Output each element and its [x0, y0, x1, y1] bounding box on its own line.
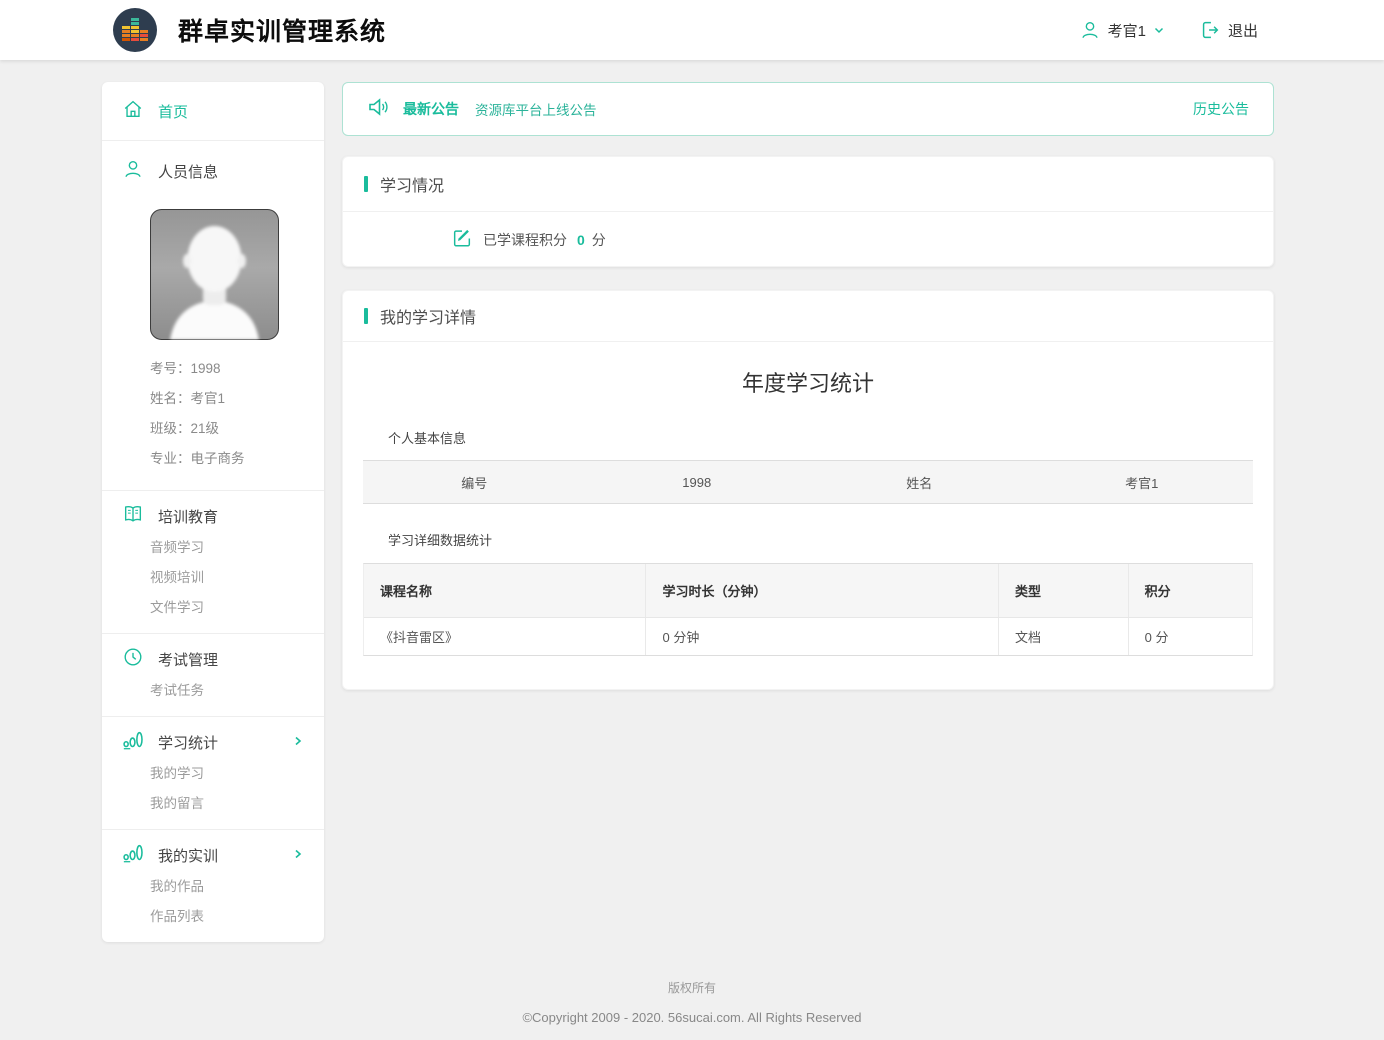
sidebar-item-works-list[interactable]: 作品列表: [150, 902, 324, 932]
col-credit: 积分: [1128, 564, 1252, 617]
sidebar-item-home[interactable]: 首页: [102, 82, 324, 141]
sidebar-item-study-stats[interactable]: 学习统计: [102, 725, 324, 759]
logout-icon: [1199, 19, 1221, 41]
footer-copyright-label: 版权所有: [0, 979, 1384, 996]
bar-stats-icon: [122, 729, 144, 755]
sidebar-item-video-training[interactable]: 视频培训: [150, 563, 324, 593]
accent-bar: [364, 308, 368, 324]
announcement-bar: 最新公告 资源库平台上线公告 历史公告: [342, 82, 1274, 136]
cell-credit: 0 分: [1128, 618, 1252, 655]
speaker-icon: [367, 95, 391, 124]
logout-label: 退出: [1228, 20, 1258, 41]
sidebar-my-training-label: 我的实训: [158, 845, 218, 866]
study-detail-table: 课程名称 学习时长（分钟） 类型 积分 《抖音雷区》 0 分钟 文档 0 分: [363, 563, 1253, 656]
footer-copyright-text: ©Copyright 2009 - 2020. 56sucai.com. All…: [0, 1010, 1384, 1025]
basic-info-id-value: 1998: [586, 475, 809, 490]
col-course-name: 课程名称: [364, 564, 645, 617]
chevron-down-icon: [1153, 24, 1165, 36]
profile-field-name: 姓名：考官1: [150, 384, 324, 414]
clock-icon: [122, 646, 144, 672]
app-header: 群卓实训管理系统 考官1 退出: [0, 0, 1384, 60]
cell-course-name: 《抖音雷区》: [364, 618, 645, 655]
sidebar-item-audio-study[interactable]: 音频学习: [150, 533, 324, 563]
home-icon: [122, 98, 144, 124]
profile-fields: 考号：1998 姓名：考官1 班级：21级 专业：电子商务: [102, 354, 324, 490]
profile-field-major: 专业：电子商务: [150, 444, 324, 474]
sidebar-training-label: 培训教育: [158, 506, 218, 527]
profile-field-exam-no: 考号：1998: [150, 354, 324, 384]
detail-stats-label: 学习详细数据统计: [388, 533, 1273, 549]
sidebar-group-training: 培训教育 音频学习 视频培训 文件学习: [102, 491, 324, 634]
sidebar-item-my-works[interactable]: 我的作品: [150, 872, 324, 902]
credit-row: 已学课程积分 0 分: [343, 212, 1273, 267]
sidebar-item-my-training[interactable]: 我的实训: [102, 838, 324, 872]
study-detail-title: 我的学习详情: [380, 304, 476, 328]
credit-label: 已学课程积分: [483, 230, 567, 250]
sidebar-item-training[interactable]: 培训教育: [102, 499, 324, 533]
user-icon: [1079, 19, 1101, 41]
chevron-right-icon: [292, 734, 304, 751]
profile-field-class: 班级：21级: [150, 414, 324, 444]
sidebar-profile-section: 人员信息: [102, 141, 324, 491]
logout-button[interactable]: 退出: [1199, 19, 1258, 41]
col-type: 类型: [998, 564, 1128, 617]
col-study-duration: 学习时长（分钟）: [645, 564, 998, 617]
sidebar-group-my-training: 我的实训 我的作品 作品列表: [102, 830, 324, 942]
app-logo-icon: [112, 7, 158, 53]
user-name: 考官1: [1108, 20, 1146, 41]
sidebar-item-my-study[interactable]: 我的学习: [150, 759, 324, 789]
study-detail-card: 我的学习详情 年度学习统计 个人基本信息 编号 1998 姓名 考官1 学习详细…: [342, 290, 1274, 690]
edit-pencil-icon: [451, 227, 483, 252]
basic-info-name-value: 考官1: [1031, 473, 1254, 492]
sidebar-group-study-stats: 学习统计 我的学习 我的留言: [102, 717, 324, 830]
table-header-row: 课程名称 学习时长（分钟） 类型 积分: [364, 564, 1252, 618]
basic-info-label: 个人基本信息: [388, 431, 1273, 447]
latest-announcement-label: 最新公告: [403, 99, 459, 119]
study-status-title: 学习情况: [380, 172, 444, 196]
bar-stats-icon: [122, 842, 144, 868]
user-menu[interactable]: 考官1: [1079, 19, 1165, 41]
person-icon: [122, 158, 144, 184]
chevron-right-icon: [292, 847, 304, 864]
basic-info-id-label: 编号: [363, 473, 586, 492]
study-status-card: 学习情况 已学课程积分 0 分: [342, 156, 1274, 267]
study-status-header: 学习情况: [343, 157, 1273, 212]
study-detail-header: 我的学习详情: [343, 291, 1273, 342]
basic-info-name-label: 姓名: [808, 473, 1031, 492]
avatar: [150, 209, 279, 340]
sidebar-item-exam-task[interactable]: 考试任务: [150, 676, 324, 706]
open-book-icon: [122, 503, 144, 529]
accent-bar: [364, 176, 368, 192]
sidebar-item-my-messages[interactable]: 我的留言: [150, 789, 324, 819]
cell-type: 文档: [998, 618, 1128, 655]
sidebar-exam-label: 考试管理: [158, 649, 218, 670]
sidebar-home-label: 首页: [158, 101, 188, 122]
sidebar-item-exam[interactable]: 考试管理: [102, 642, 324, 676]
table-row: 《抖音雷区》 0 分钟 文档 0 分: [364, 618, 1252, 655]
history-announcement-link[interactable]: 历史公告: [1193, 99, 1249, 119]
announcement-link[interactable]: 资源库平台上线公告: [475, 99, 597, 119]
credit-value: 0: [577, 232, 585, 248]
cell-study-duration: 0 分钟: [645, 618, 998, 655]
credit-unit: 分: [592, 230, 606, 250]
sidebar: 首页 人员信息: [102, 82, 324, 942]
sidebar-item-profile[interactable]: 人员信息: [102, 141, 324, 201]
sidebar-group-exam: 考试管理 考试任务: [102, 634, 324, 717]
app-title: 群卓实训管理系统: [178, 12, 386, 48]
sidebar-item-file-study[interactable]: 文件学习: [150, 593, 324, 623]
basic-info-row: 编号 1998 姓名 考官1: [363, 460, 1253, 504]
sidebar-study-stats-label: 学习统计: [158, 732, 218, 753]
sidebar-profile-label: 人员信息: [158, 161, 218, 182]
annual-stats-title: 年度学习统计: [343, 369, 1273, 399]
